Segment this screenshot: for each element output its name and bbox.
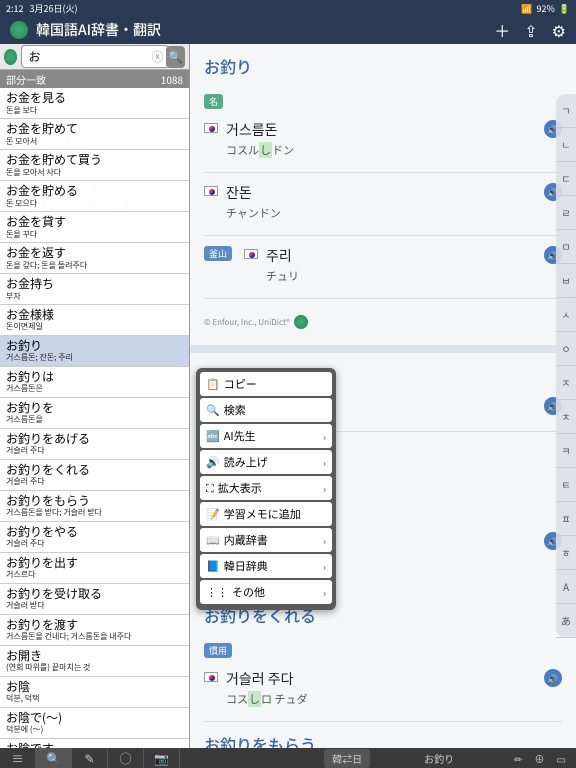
add-icon[interactable]: ＋ bbox=[494, 18, 510, 42]
index-item[interactable]: ㅈ bbox=[556, 366, 576, 400]
index-item[interactable]: ㅍ bbox=[556, 502, 576, 536]
edit-button[interactable]: ✎ bbox=[72, 748, 108, 768]
search-mode[interactable]: 部分一致 bbox=[6, 72, 46, 87]
list-item[interactable]: お釣りを渡す거스름돈을 건네다; 거스름돈을 내주다 bbox=[0, 615, 189, 646]
list-item[interactable]: お開き(연회 따위를) 끝마치는 것 bbox=[0, 646, 189, 677]
battery-pct: 92% bbox=[537, 2, 555, 15]
menu-item[interactable]: 🔤AI先生› bbox=[200, 424, 332, 448]
wifi-icon: 📶 bbox=[521, 2, 532, 15]
battery-icon: 🔋 bbox=[559, 2, 570, 15]
index-item[interactable]: ㄴ bbox=[556, 128, 576, 162]
gear-icon[interactable]: ⚙ bbox=[552, 18, 566, 42]
list-item[interactable]: お金を見る돈을 보다 bbox=[0, 88, 189, 119]
status-date: 3月26日(火) bbox=[30, 2, 78, 15]
list-item[interactable]: お陰덕분, 덕택 bbox=[0, 677, 189, 708]
menu-item[interactable]: ⋮⋮その他› bbox=[200, 580, 332, 604]
word-list[interactable]: =아요ㅣ=ㅕ요 お金を見る돈을 보다お金を貯めて돈 모아서お金を貯めて買う돈을 … bbox=[0, 88, 189, 748]
index-item[interactable]: ㅇ bbox=[556, 332, 576, 366]
menu-item[interactable]: 📋コピー bbox=[200, 372, 332, 396]
search-tab-button[interactable]: 🔍 bbox=[36, 748, 72, 768]
menu-item[interactable]: 📘韓日辞典› bbox=[200, 554, 332, 578]
index-item[interactable]: ㅂ bbox=[556, 264, 576, 298]
index-item[interactable]: A bbox=[556, 570, 576, 604]
list-item[interactable]: お釣り거스름돈; 잔돈; 주리 bbox=[0, 336, 189, 367]
status-time: 2:12 bbox=[6, 2, 24, 15]
side-index[interactable]: ㄱㄴㄷㄹㅁㅂㅅㅇㅈㅊㅋㅌㅍㅎAあ bbox=[556, 94, 576, 638]
index-item[interactable]: ㅌ bbox=[556, 468, 576, 502]
context-menu: 📋コピー🔍検索🔤AI先生›🔊読み上げ›⛶拡大表示›📝学習メモに追加📖内蔵辞書›📘… bbox=[196, 368, 336, 610]
korea-flag-icon bbox=[204, 672, 218, 682]
menu-item[interactable]: 🔍検索 bbox=[200, 398, 332, 422]
list-item[interactable]: お金を貸す돈을 꾸다 bbox=[0, 212, 189, 243]
app-logo bbox=[10, 21, 28, 39]
list-item[interactable]: お釣りをもらう거스름돈을 받다; 거슬러 받다 bbox=[0, 491, 189, 522]
index-item[interactable]: ㅎ bbox=[556, 536, 576, 570]
list-item[interactable]: お釣りを거스름돈을 bbox=[0, 398, 189, 429]
list-item[interactable]: お金を貯めて돈 모아서 bbox=[0, 119, 189, 150]
list-item[interactable]: お金を貯めて買う돈을 모아서 사다 bbox=[0, 150, 189, 181]
list-item[interactable]: お金を返す돈을 갚다; 돈을 돌려주다 bbox=[0, 243, 189, 274]
list-item[interactable]: お釣りをやる거슬러 주다 bbox=[0, 522, 189, 553]
search-logo bbox=[4, 49, 17, 65]
clear-icon[interactable]: ⓧ bbox=[151, 48, 163, 65]
index-item[interactable]: ㅁ bbox=[556, 230, 576, 264]
index-item[interactable]: ㄱ bbox=[556, 94, 576, 128]
copyright-logo bbox=[294, 315, 308, 329]
speaker-icon[interactable]: 🔊 bbox=[544, 669, 562, 687]
search-button[interactable]: 🔍 bbox=[166, 46, 185, 68]
korea-flag-icon bbox=[244, 249, 258, 259]
list-item[interactable]: お釣りをくれる거슬러 주다 bbox=[0, 460, 189, 491]
camera-button[interactable]: 📷 bbox=[144, 748, 180, 768]
search-input[interactable] bbox=[21, 45, 169, 68]
menu-item[interactable]: 📖内蔵辞書› bbox=[200, 528, 332, 552]
menu-item[interactable]: 📝学習メモに追加 bbox=[200, 502, 332, 526]
tv-icon[interactable]: ▭ bbox=[557, 751, 566, 766]
pencil-icon[interactable]: ✏ bbox=[514, 751, 522, 766]
korea-flag-icon bbox=[204, 186, 218, 196]
list-item[interactable]: お釣りを出す거스르다 bbox=[0, 553, 189, 584]
index-item[interactable]: ㅅ bbox=[556, 298, 576, 332]
list-item[interactable]: お釣りは거스름돈은 bbox=[0, 367, 189, 398]
menu-item[interactable]: 🔊読み上げ› bbox=[200, 450, 332, 474]
entry-title: お釣り bbox=[204, 54, 562, 78]
list-item[interactable]: お釣りをあげる거슬러 주다 bbox=[0, 429, 189, 460]
globe-icon-2[interactable]: ⊕ bbox=[535, 751, 545, 766]
index-item[interactable]: あ bbox=[556, 604, 576, 638]
pos-badge: 名 bbox=[204, 94, 223, 109]
index-item[interactable]: ㅊ bbox=[556, 400, 576, 434]
list-item[interactable]: お陰で(〜)덕분에 (〜) bbox=[0, 708, 189, 739]
list-item[interactable]: お金を貯める돈 모으다 bbox=[0, 181, 189, 212]
list-item[interactable]: お釣りを受け取る거슬러 받다 bbox=[0, 584, 189, 615]
list-item[interactable]: お陰です덕분에요; 덕분예요 bbox=[0, 739, 189, 748]
lang-toggle[interactable]: 韓⇄日 bbox=[324, 749, 370, 768]
list-item[interactable]: お金様様돈이면제일 bbox=[0, 305, 189, 336]
index-item[interactable]: ㄹ bbox=[556, 196, 576, 230]
result-count: 1088 bbox=[161, 72, 183, 87]
app-title: 韓国語AI辞書・翻訳 bbox=[36, 20, 161, 40]
korea-flag-icon bbox=[204, 123, 218, 133]
globe-button[interactable]: ◯ bbox=[108, 748, 144, 768]
share-icon[interactable]: ⇪ bbox=[524, 18, 537, 42]
index-item[interactable]: ㄷ bbox=[556, 162, 576, 196]
menu-button[interactable]: ≡ bbox=[0, 748, 36, 768]
index-item[interactable]: ㅋ bbox=[556, 434, 576, 468]
list-item[interactable]: お金持ち부자 bbox=[0, 274, 189, 305]
menu-item[interactable]: ⛶拡大表示› bbox=[200, 476, 332, 500]
